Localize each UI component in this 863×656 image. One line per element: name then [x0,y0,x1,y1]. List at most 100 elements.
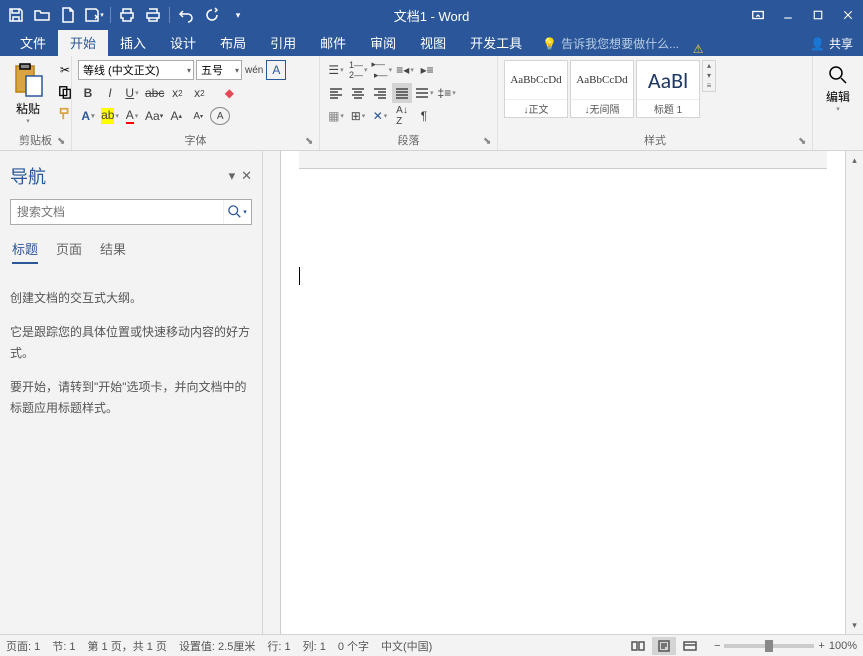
enclose-characters-icon[interactable]: A [210,107,230,125]
status-section[interactable]: 节: 1 [52,638,75,654]
align-center-icon[interactable] [348,83,368,103]
font-launcher-icon[interactable]: ⬊ [305,136,317,148]
status-setvalue[interactable]: 设置值: 2.5厘米 [179,638,255,654]
character-border-icon[interactable]: A [266,60,286,80]
nav-tab-results[interactable]: 结果 [100,239,126,264]
show-marks-icon[interactable]: ¶ [414,106,434,126]
tab-home[interactable]: 开始 [58,29,108,56]
new-icon[interactable] [56,3,80,27]
text-effects-icon[interactable]: A [78,106,98,126]
strikethrough-button[interactable]: abc [144,83,165,103]
line-spacing-icon[interactable]: ‡≡ [437,83,457,103]
status-words[interactable]: 0 个字 [338,638,369,654]
vertical-scrollbar[interactable]: ▴ ▾ [845,151,863,634]
phonetic-guide-icon[interactable]: wén [244,60,264,80]
bold-button[interactable]: B [78,83,98,103]
tab-developer[interactable]: 开发工具 [458,29,534,56]
styles-launcher-icon[interactable]: ⬊ [798,136,810,148]
warning-icon[interactable]: ⚠ [687,42,709,56]
multilevel-list-icon[interactable]: ▸— ▸— [371,60,394,80]
font-name-combo[interactable]: 等线 (中文正文)▾ [78,60,194,80]
ribbon-options-icon[interactable] [743,0,773,30]
style-heading1[interactable]: AaBl 标题 1 [636,60,700,118]
save-icon[interactable] [4,3,28,27]
nav-options-icon[interactable]: ▾ [229,168,236,184]
status-pageof[interactable]: 第 1 页，共 1 页 [87,638,166,654]
font-size-combo[interactable]: 五号▾ [196,60,242,80]
maximize-icon[interactable] [803,0,833,30]
undo-icon[interactable] [174,3,198,27]
style-normal[interactable]: AaBbCcDd ↓正文 [504,60,568,118]
numbering-icon[interactable]: 1—2— [348,60,369,80]
scroll-track[interactable] [846,169,863,616]
scroll-up-icon[interactable]: ▴ [846,151,863,169]
grow-font-icon[interactable]: A▴ [166,106,186,126]
tab-review[interactable]: 审阅 [358,29,408,56]
justify-icon[interactable] [392,83,412,103]
nav-tab-headings[interactable]: 标题 [12,239,38,264]
quick-print-icon[interactable] [141,3,165,27]
align-right-icon[interactable] [370,83,390,103]
status-line[interactable]: 行: 1 [267,638,290,654]
share-button[interactable]: 👤共享 [800,31,863,56]
superscript-button[interactable]: x2 [189,83,209,103]
paragraph-launcher-icon[interactable]: ⬊ [483,136,495,148]
status-page[interactable]: 页面: 1 [6,638,40,654]
zoom-out-icon[interactable]: − [714,640,720,652]
styles-up-icon[interactable]: ▴ [703,61,715,71]
bullets-icon[interactable]: ☰ [326,60,346,80]
horizontal-ruler[interactable] [299,151,827,169]
decrease-indent-icon[interactable]: ≡◂ [395,60,415,80]
search-button[interactable]: ▾ [223,200,251,224]
italic-button[interactable]: I [100,83,120,103]
tab-view[interactable]: 视图 [408,29,458,56]
minimize-icon[interactable] [773,0,803,30]
status-language[interactable]: 中文(中国) [381,638,432,654]
tab-mailings[interactable]: 邮件 [308,29,358,56]
tab-insert[interactable]: 插入 [108,29,158,56]
shading-icon[interactable]: ▦ [326,106,346,126]
shrink-font-icon[interactable]: A▾ [188,106,208,126]
find-button[interactable]: 编辑 ▾ [819,60,857,115]
change-case-icon[interactable]: Aa▾ [144,106,164,126]
increase-indent-icon[interactable]: ▸≡ [417,60,437,80]
document-page[interactable] [281,151,845,634]
redo-icon[interactable] [200,3,224,27]
sort-icon[interactable]: A↓Z [392,106,412,126]
print-preview-icon[interactable] [115,3,139,27]
paste-button[interactable]: 粘贴 ▾ [6,60,50,127]
scroll-down-icon[interactable]: ▾ [846,616,863,634]
search-input[interactable] [11,200,223,224]
status-column[interactable]: 列: 1 [303,638,326,654]
zoom-in-icon[interactable]: + [818,640,824,652]
tab-design[interactable]: 设计 [158,29,208,56]
subscript-button[interactable]: x2 [167,83,187,103]
qat-customize-icon[interactable]: ▾ [226,3,250,27]
nav-tab-pages[interactable]: 页面 [56,239,82,264]
nav-close-icon[interactable]: ✕ [241,168,252,184]
style-no-spacing[interactable]: AaBbCcDd ↓无间隔 [570,60,634,118]
borders-icon[interactable]: ⊞ [348,106,368,126]
web-layout-icon[interactable] [678,637,702,655]
save-as-icon[interactable]: ▾ [82,3,106,27]
underline-button[interactable]: U [122,83,142,103]
zoom-level[interactable]: 100% [829,640,857,652]
clipboard-launcher-icon[interactable]: ⬊ [57,136,69,148]
open-icon[interactable] [30,3,54,27]
tell-me[interactable]: 💡告诉我您想要做什么... [534,31,687,56]
zoom-slider[interactable] [724,644,814,648]
highlight-icon[interactable]: ab [100,106,120,126]
asian-layout-icon[interactable]: ✕ [370,106,390,126]
clear-formatting-icon[interactable]: ◆ [219,83,239,103]
font-color-icon[interactable]: A [122,106,142,126]
distributed-icon[interactable] [414,83,435,103]
styles-more-icon[interactable]: ≡ [703,81,715,91]
styles-down-icon[interactable]: ▾ [703,71,715,81]
read-mode-icon[interactable] [626,637,650,655]
tab-references[interactable]: 引用 [258,29,308,56]
close-icon[interactable] [833,0,863,30]
vertical-ruler[interactable] [263,151,281,634]
print-layout-icon[interactable] [652,637,676,655]
tab-layout[interactable]: 布局 [208,29,258,56]
align-left-icon[interactable] [326,83,346,103]
